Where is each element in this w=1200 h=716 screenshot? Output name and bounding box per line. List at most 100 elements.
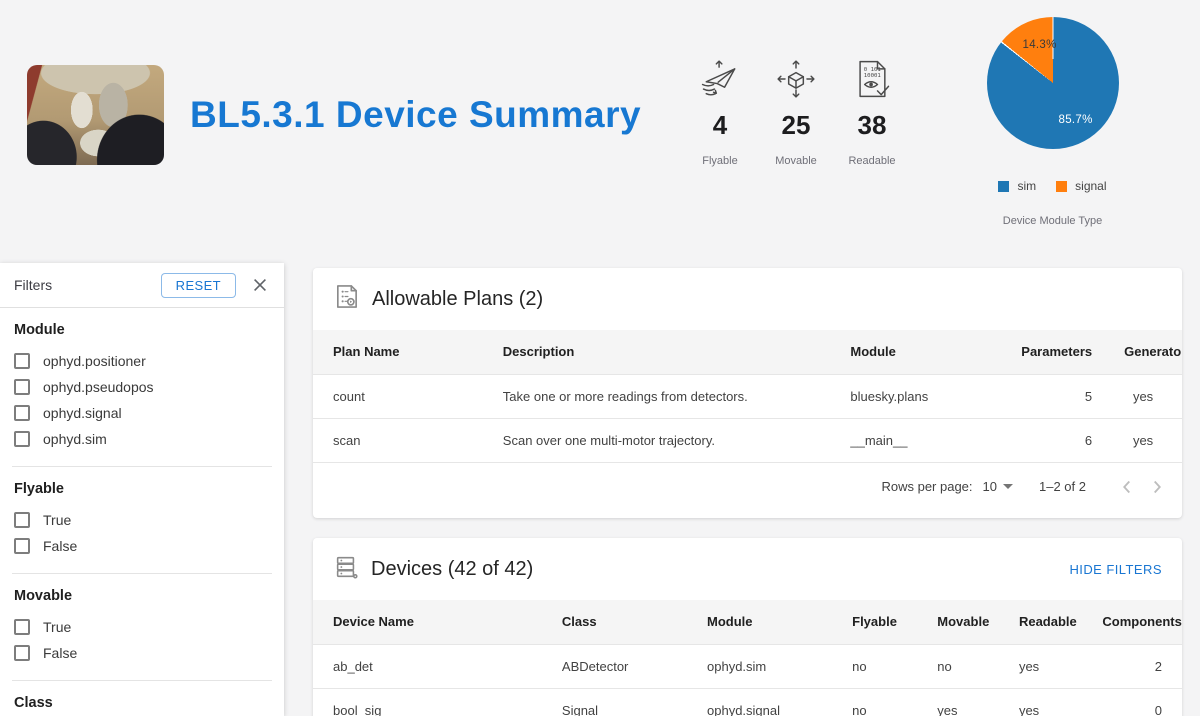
col-parameters: Parameters — [1003, 330, 1109, 374]
checkbox-icon[interactable] — [14, 645, 30, 661]
col-description: Description — [486, 330, 835, 374]
cell-device-name: bool_sig — [313, 687, 546, 716]
cell-device-name: ab_det — [313, 643, 546, 688]
chevron-down-icon — [1003, 484, 1013, 489]
devices-table: Device Name Class Module Flyable Movable… — [313, 600, 1182, 716]
legend-swatch-sim — [998, 180, 1010, 192]
legend-label-sim: sim — [1017, 179, 1037, 193]
devices-table-row: bool_sig Signal ophyd.signal no yes yes … — [313, 687, 1182, 716]
col-module: Module — [691, 600, 837, 644]
allowable-plans-card: Allowable Plans (2) Plan Name Descriptio… — [313, 268, 1182, 518]
cell-plan-name: count — [313, 373, 487, 418]
checkbox-flyable-false[interactable]: False — [14, 533, 270, 559]
col-device-name: Device Name — [313, 600, 546, 644]
devices-table-row: ab_det ABDetector ophyd.sim no no yes 2 — [313, 643, 1182, 688]
checkbox-label: ophyd.positioner — [43, 353, 146, 369]
checkbox-ophyd-sim[interactable]: ophyd.sim — [14, 426, 270, 452]
checkbox-ophyd-positioner[interactable]: ophyd.positioner — [14, 348, 270, 374]
plans-card-title: Allowable Plans (2) — [372, 287, 544, 310]
cell-components: 0 — [1086, 687, 1182, 716]
checkbox-icon[interactable] — [14, 431, 30, 447]
filter-heading-module: Module — [14, 322, 65, 338]
cell-components: 2 — [1086, 643, 1182, 688]
col-flyable: Flyable — [836, 600, 922, 644]
plans-table-header-row: Plan Name Description Module Parameters … — [313, 330, 1182, 374]
hide-filters-button[interactable]: HIDE FILTERS — [1069, 562, 1162, 577]
chevron-left-icon[interactable] — [1112, 472, 1142, 502]
cell-module: __main__ — [834, 417, 1004, 462]
checkbox-ophyd-signal[interactable]: ophyd.signal — [14, 400, 270, 426]
rows-per-page-label: Rows per page: — [881, 479, 973, 494]
col-components: Components — [1086, 600, 1182, 644]
checkbox-flyable-true[interactable]: True — [14, 507, 270, 533]
cell-module: ophyd.sim — [691, 643, 837, 688]
checkbox-icon[interactable] — [14, 538, 30, 554]
checkbox-icon[interactable] — [14, 512, 30, 528]
col-plan-name: Plan Name — [313, 330, 487, 374]
stat-readable-value: 38 — [857, 110, 887, 140]
checkbox-movable-false[interactable]: False — [14, 640, 270, 666]
cell-generator: yes — [1108, 373, 1182, 418]
col-movable: Movable — [921, 600, 1003, 644]
pie-legend: sim signal — [970, 179, 1135, 193]
checkbox-icon[interactable] — [14, 379, 30, 395]
reset-filters-button[interactable]: RESET — [160, 272, 236, 298]
svg-text:10001: 10001 — [864, 73, 882, 79]
rows-per-page-select[interactable]: 10 — [983, 479, 1013, 494]
filter-heading-movable: Movable — [14, 588, 73, 604]
cell-movable: no — [921, 643, 1003, 688]
legend-swatch-signal — [1056, 180, 1068, 192]
cell-description: Scan over one multi-motor trajectory. — [486, 417, 835, 462]
filter-heading-flyable: Flyable — [14, 481, 64, 497]
cell-module: ophyd.signal — [691, 687, 837, 716]
col-class: Class — [545, 600, 692, 644]
checkbox-label: True — [43, 619, 72, 635]
rows-per-page-value: 10 — [982, 479, 997, 494]
close-icon[interactable] — [250, 275, 270, 295]
filters-title: Filters — [14, 277, 53, 293]
stat-movable-label: Movable — [775, 155, 817, 167]
cell-plan-name: scan — [313, 417, 487, 462]
page-header: BL5.3.1 Device Summary 4 Flyable 25 Mova… — [0, 0, 1200, 258]
filter-section-module: Module ophyd.positioner ophyd.pseudopos … — [0, 308, 284, 456]
checkbox-icon[interactable] — [14, 619, 30, 635]
plans-table: Plan Name Description Module Parameters … — [313, 330, 1182, 462]
filter-heading-class: Class — [14, 695, 53, 711]
checkbox-movable-true[interactable]: True — [14, 614, 270, 640]
checkbox-icon[interactable] — [14, 405, 30, 421]
filters-panel: Filters RESET Module ophyd.positioner op… — [0, 263, 284, 716]
checkbox-icon[interactable] — [14, 353, 30, 369]
readable-document-icon: 0 101 10001 — [834, 56, 910, 102]
checkbox-ophyd-pseudopos[interactable]: ophyd.pseudopos — [14, 374, 270, 400]
col-generator: Generator — [1108, 330, 1182, 374]
device-module-chart: 85.7% 14.3% sim signal Device Module Typ… — [970, 10, 1135, 227]
pagination-range: 1–2 of 2 — [1039, 479, 1086, 494]
pie-slice-label-signal: 14.3% — [1022, 39, 1057, 51]
devices-card-title: Devices (42 of 42) — [371, 557, 534, 580]
cell-movable: yes — [921, 687, 1003, 716]
checkbox-label: ophyd.signal — [43, 405, 122, 421]
checkbox-label: ophyd.sim — [43, 431, 107, 447]
filters-header: Filters RESET — [0, 263, 284, 308]
filter-section-movable: Movable True False — [0, 574, 284, 670]
stat-flyable-value: 4 — [712, 110, 728, 140]
cell-module: bluesky.plans — [834, 373, 1004, 418]
legend-item-sim: sim — [998, 179, 1036, 193]
plans-table-row: count Take one or more readings from det… — [313, 373, 1182, 418]
cell-description: Take one or more readings from detectors… — [486, 373, 835, 418]
stat-flyable: 4 Flyable — [682, 56, 758, 167]
plans-pagination: Rows per page: 10 1–2 of 2 — [313, 462, 1182, 510]
filter-section-flyable: Flyable True False — [0, 467, 284, 563]
svg-text:0 101: 0 101 — [864, 67, 882, 73]
chevron-right-icon[interactable] — [1142, 472, 1172, 502]
stat-readable: 0 101 10001 38 Readable — [834, 56, 910, 167]
checkbox-label: True — [43, 512, 72, 528]
devices-card-header: Devices (42 of 42) HIDE FILTERS — [313, 538, 1182, 600]
devices-table-header-row: Device Name Class Module Flyable Movable… — [313, 600, 1182, 644]
cell-generator: yes — [1108, 417, 1182, 462]
paper-plane-icon — [682, 56, 758, 102]
stat-movable-value: 25 — [781, 110, 811, 140]
cell-readable: yes — [1002, 643, 1087, 688]
checkbox-label: False — [43, 645, 78, 661]
pie-chart-caption: Device Module Type — [1002, 215, 1103, 227]
